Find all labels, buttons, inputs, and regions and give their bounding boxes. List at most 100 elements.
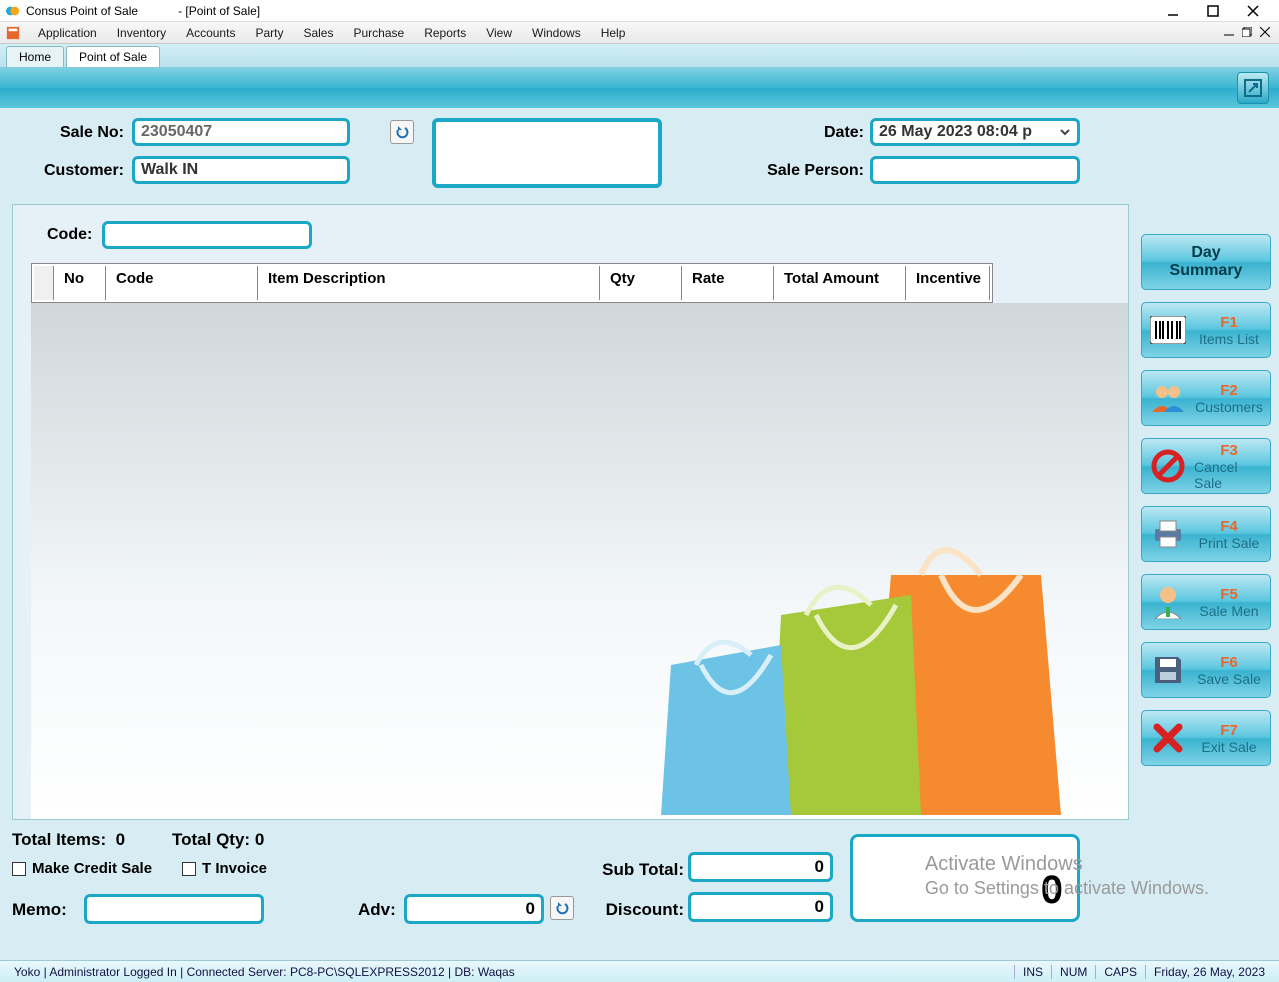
col-qty[interactable]: Qty — [602, 266, 682, 300]
col-no[interactable]: No — [56, 266, 106, 300]
sale-no-label: Sale No: — [12, 124, 124, 142]
expand-button[interactable] — [1237, 72, 1269, 104]
window-title-app: Consus Point of Sale — [26, 4, 138, 18]
menu-reports[interactable]: Reports — [414, 24, 476, 42]
exit-icon — [1153, 723, 1183, 753]
menu-windows[interactable]: Windows — [522, 24, 591, 42]
status-bar: Yoko | Administrator Logged In | Connect… — [0, 960, 1279, 982]
total-qty-value: 0 — [255, 830, 264, 849]
form-icon — [6, 26, 20, 40]
f2-label: Customers — [1195, 399, 1263, 415]
save-icon — [1152, 654, 1184, 686]
col-inc[interactable]: Incentive — [908, 266, 990, 300]
mdi-minimize-icon[interactable] — [1221, 24, 1237, 40]
memo-input[interactable] — [84, 894, 264, 924]
saleperson-input[interactable] — [870, 156, 1080, 184]
sale-men-button[interactable]: F5Sale Men — [1141, 574, 1271, 630]
discount-input[interactable]: 0 — [688, 892, 833, 922]
memo-label: Memo: — [12, 900, 67, 920]
f7-key: F7 — [1220, 722, 1238, 739]
customer-input[interactable]: Walk IN — [132, 156, 350, 184]
total-items-value: 0 — [116, 830, 125, 849]
t-invoice-checkbox[interactable]: T Invoice — [182, 860, 267, 877]
note-box[interactable] — [432, 118, 662, 188]
menu-inventory[interactable]: Inventory — [107, 24, 176, 42]
maximize-button[interactable] — [1193, 1, 1233, 21]
close-button[interactable] — [1233, 1, 1273, 21]
f1-key: F1 — [1220, 314, 1238, 331]
checkbox-box — [182, 862, 196, 876]
customers-button[interactable]: F2Customers — [1141, 370, 1271, 426]
undo-icon — [394, 124, 410, 140]
col-code[interactable]: Code — [108, 266, 258, 300]
shopping-bags-icon — [641, 535, 1071, 819]
col-desc[interactable]: Item Description — [260, 266, 600, 300]
code-input[interactable] — [102, 221, 312, 249]
undo-icon — [554, 900, 570, 916]
adv-label: Adv: — [358, 900, 396, 920]
menu-bar: Application Inventory Accounts Party Sal… — [0, 22, 1279, 44]
printer-icon — [1151, 519, 1185, 549]
menu-help[interactable]: Help — [591, 24, 636, 42]
mdi-close-icon[interactable] — [1257, 24, 1273, 40]
date-picker[interactable]: 26 May 2023 08:04 p — [870, 118, 1080, 146]
save-sale-button[interactable]: F6Save Sale — [1141, 642, 1271, 698]
menu-accounts[interactable]: Accounts — [176, 24, 245, 42]
chevron-down-icon — [1059, 126, 1071, 138]
menu-purchase[interactable]: Purchase — [343, 24, 414, 42]
adv-value: 0 — [526, 899, 535, 919]
cancel-icon — [1151, 449, 1185, 483]
menu-sales[interactable]: Sales — [293, 24, 343, 42]
action-sidebar: Day Summary F1Items List F2Customers F3C… — [1141, 234, 1271, 778]
menu-application[interactable]: Application — [28, 24, 107, 42]
discount-label: Discount: — [574, 900, 684, 920]
items-list-button[interactable]: F1Items List — [1141, 302, 1271, 358]
mdi-restore-icon[interactable] — [1239, 24, 1255, 40]
grand-total-box: 0 — [850, 834, 1080, 922]
table-header-row: No Code Item Description Qty Rate Total … — [34, 266, 990, 300]
document-tabs: Home Point of Sale — [0, 44, 1279, 68]
menu-view[interactable]: View — [476, 24, 522, 42]
col-total[interactable]: Total Amount — [776, 266, 906, 300]
col-rate[interactable]: Rate — [684, 266, 774, 300]
checkbox-box — [12, 862, 26, 876]
app-icon — [6, 4, 20, 18]
salesman-icon — [1152, 585, 1184, 619]
status-left: Yoko | Administrator Logged In | Connect… — [6, 965, 1014, 979]
total-items-label: Total Items: 0 — [12, 830, 125, 850]
day-summary-l2: Summary — [1170, 262, 1243, 280]
exit-sale-button[interactable]: F7Exit Sale — [1141, 710, 1271, 766]
adv-undo-button[interactable] — [550, 896, 574, 920]
f1-label: Items List — [1199, 331, 1259, 347]
subtotal-value: 0 — [815, 857, 824, 877]
main-panel: Sale No: 23050407 Customer: Walk IN Date… — [0, 108, 1279, 960]
f5-label: Sale Men — [1199, 603, 1258, 619]
adv-input[interactable]: 0 — [404, 894, 544, 924]
print-sale-button[interactable]: F4Print Sale — [1141, 506, 1271, 562]
window-title-doc: - [Point of Sale] — [178, 4, 260, 18]
f3-key: F3 — [1220, 442, 1238, 459]
status-ins: INS — [1014, 965, 1051, 979]
make-credit-sale-checkbox[interactable]: Make Credit Sale — [12, 860, 152, 877]
sale-no-input[interactable]: 23050407 — [132, 118, 350, 146]
expand-icon — [1243, 78, 1263, 98]
totals-panel: Total Items: 0 Total Qty: 0 Make Credit … — [12, 830, 1129, 950]
subtotal-input[interactable]: 0 — [688, 852, 833, 882]
status-caps: CAPS — [1095, 965, 1145, 979]
tab-point-of-sale[interactable]: Point of Sale — [66, 46, 160, 67]
header-banner — [0, 68, 1279, 108]
status-date: Friday, 26 May, 2023 — [1145, 965, 1273, 979]
code-label: Code: — [47, 226, 92, 244]
customers-icon — [1150, 382, 1186, 414]
customer-value: Walk IN — [141, 161, 198, 178]
menu-party[interactable]: Party — [245, 24, 293, 42]
subtotal-label: Sub Total: — [574, 860, 684, 880]
minimize-button[interactable] — [1153, 1, 1193, 21]
undo-button[interactable] — [390, 120, 414, 144]
window-titlebar: Consus Point of Sale - [Point of Sale] — [0, 0, 1279, 22]
tab-home[interactable]: Home — [6, 46, 64, 67]
saleperson-label: Sale Person: — [712, 162, 864, 180]
day-summary-button[interactable]: Day Summary — [1141, 234, 1271, 290]
f7-label: Exit Sale — [1201, 739, 1256, 755]
cancel-sale-button[interactable]: F3Cancel Sale — [1141, 438, 1271, 494]
